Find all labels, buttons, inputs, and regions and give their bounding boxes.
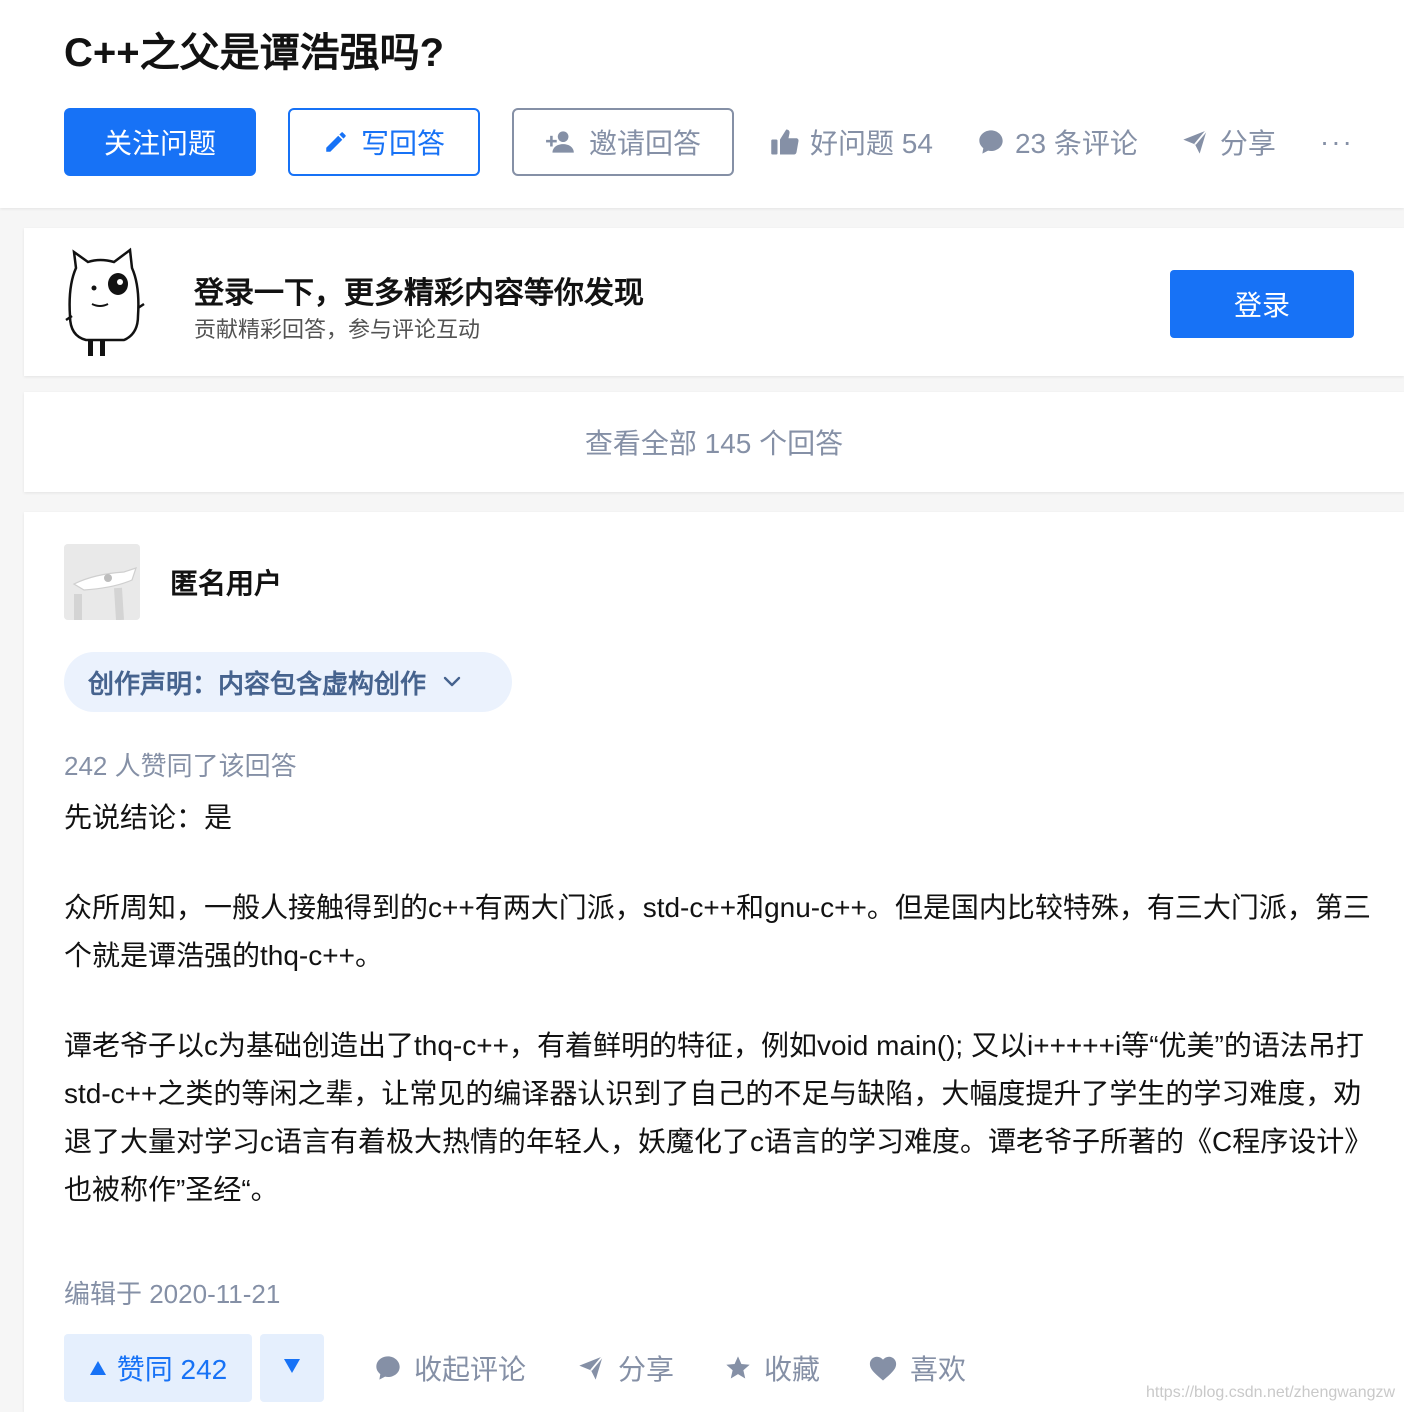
follow-question-button[interactable]: 关注问题 bbox=[64, 108, 256, 176]
login-button[interactable]: 登录 bbox=[1170, 270, 1354, 338]
question-title: C++之父是谭浩强吗? bbox=[64, 31, 445, 75]
star-icon bbox=[724, 1354, 752, 1382]
write-answer-label: 写回答 bbox=[360, 128, 445, 159]
watermark: https://blog.csdn.net/zhengwangzw bbox=[1146, 1384, 1396, 1401]
comments-button[interactable]: 23 条评论 bbox=[977, 122, 1138, 162]
good-question-label: 好问题 54 bbox=[810, 128, 933, 159]
pencil-icon bbox=[323, 129, 349, 155]
like-button[interactable]: 喜欢 bbox=[868, 1348, 966, 1388]
mascot-illustration bbox=[65, 247, 145, 356]
collect-button[interactable]: 收藏 bbox=[724, 1348, 820, 1388]
chevron-down-icon bbox=[440, 670, 464, 694]
more-button[interactable]: ··· bbox=[1320, 126, 1354, 158]
author-name[interactable]: 匿名用户 bbox=[170, 562, 282, 602]
view-all-answers-button[interactable]: 查看全部 145 个回答 bbox=[24, 392, 1404, 492]
add-person-icon bbox=[545, 129, 577, 155]
view-all-label: 查看全部 145 个回答 bbox=[584, 428, 844, 459]
triangle-down-icon bbox=[283, 1358, 301, 1379]
answer-actions: 赞同 242 收起评论 分享 收藏 喜欢 bbox=[64, 1334, 966, 1402]
anonymous-avatar-icon bbox=[64, 544, 140, 620]
collect-label: 收藏 bbox=[764, 1354, 821, 1385]
avatar[interactable] bbox=[64, 544, 140, 620]
login-banner: 登录一下，更多精彩内容等你发现 贡献精彩回答，参与评论互动 登录 bbox=[24, 228, 1404, 376]
collapse-comments-label: 收起评论 bbox=[414, 1354, 527, 1385]
share-answer-label: 分享 bbox=[618, 1354, 675, 1385]
write-answer-button[interactable]: 写回答 bbox=[288, 108, 480, 176]
comment-bubble-icon bbox=[977, 128, 1005, 156]
answer-paragraph: 先说结论：是 bbox=[64, 802, 233, 833]
answer-content: 先说结论：是 众所周知，一般人接触得到的c++有两大门派，std-c++和gnu… bbox=[64, 794, 1376, 1214]
invite-answer-button[interactable]: 邀请回答 bbox=[512, 108, 734, 176]
answer-paragraph: 众所周知，一般人接触得到的c++有两大门派，std-c++和gnu-c++。但是… bbox=[64, 892, 1371, 971]
vote-up-label: 赞同 242 bbox=[116, 1354, 228, 1385]
creation-declaration[interactable]: 创作声明：内容包含虚构创作 bbox=[64, 652, 512, 712]
vote-up-button[interactable]: 赞同 242 bbox=[64, 1334, 252, 1402]
comment-bubble-icon bbox=[374, 1354, 402, 1382]
like-label: 喜欢 bbox=[910, 1354, 967, 1385]
login-subtitle: 贡献精彩回答，参与评论互动 bbox=[194, 317, 481, 342]
answer-paragraph: 谭老爷子以c为基础创造出了thq-c++，有着鲜明的特征，例如void main… bbox=[64, 1030, 1373, 1205]
paper-plane-icon bbox=[1180, 128, 1210, 156]
triangle-up-icon bbox=[89, 1360, 107, 1376]
thumbs-up-icon bbox=[770, 128, 800, 156]
invite-answer-label: 邀请回答 bbox=[588, 128, 701, 159]
question-header: C++之父是谭浩强吗? 关注问题 写回答 邀请回答 好问题 54 23 条评论 … bbox=[0, 0, 1404, 208]
answer-card: 匿名用户 创作声明：内容包含虚构创作 242 人赞同了该回答 先说结论：是 众所… bbox=[24, 512, 1404, 1412]
edited-time[interactable]: 编辑于 2020-11-21 bbox=[64, 1274, 280, 1311]
comments-label: 23 条评论 bbox=[1014, 128, 1138, 159]
share-question-label: 分享 bbox=[1219, 128, 1276, 159]
collapse-comments-button[interactable]: 收起评论 bbox=[374, 1348, 526, 1388]
good-question-button[interactable]: 好问题 54 bbox=[770, 122, 933, 162]
votes-summary: 242 人赞同了该回答 bbox=[64, 751, 297, 781]
declaration-label: 创作声明：内容包含虚构创作 bbox=[88, 668, 427, 699]
share-question-button[interactable]: 分享 bbox=[1180, 122, 1276, 162]
question-actions: 关注问题 写回答 邀请回答 好问题 54 23 条评论 分享 ··· bbox=[64, 108, 1354, 176]
vote-down-button[interactable] bbox=[260, 1334, 324, 1402]
heart-icon bbox=[868, 1354, 898, 1382]
login-title: 登录一下，更多精彩内容等你发现 bbox=[194, 277, 644, 310]
paper-plane-icon bbox=[576, 1354, 606, 1382]
share-answer-button[interactable]: 分享 bbox=[576, 1348, 674, 1388]
